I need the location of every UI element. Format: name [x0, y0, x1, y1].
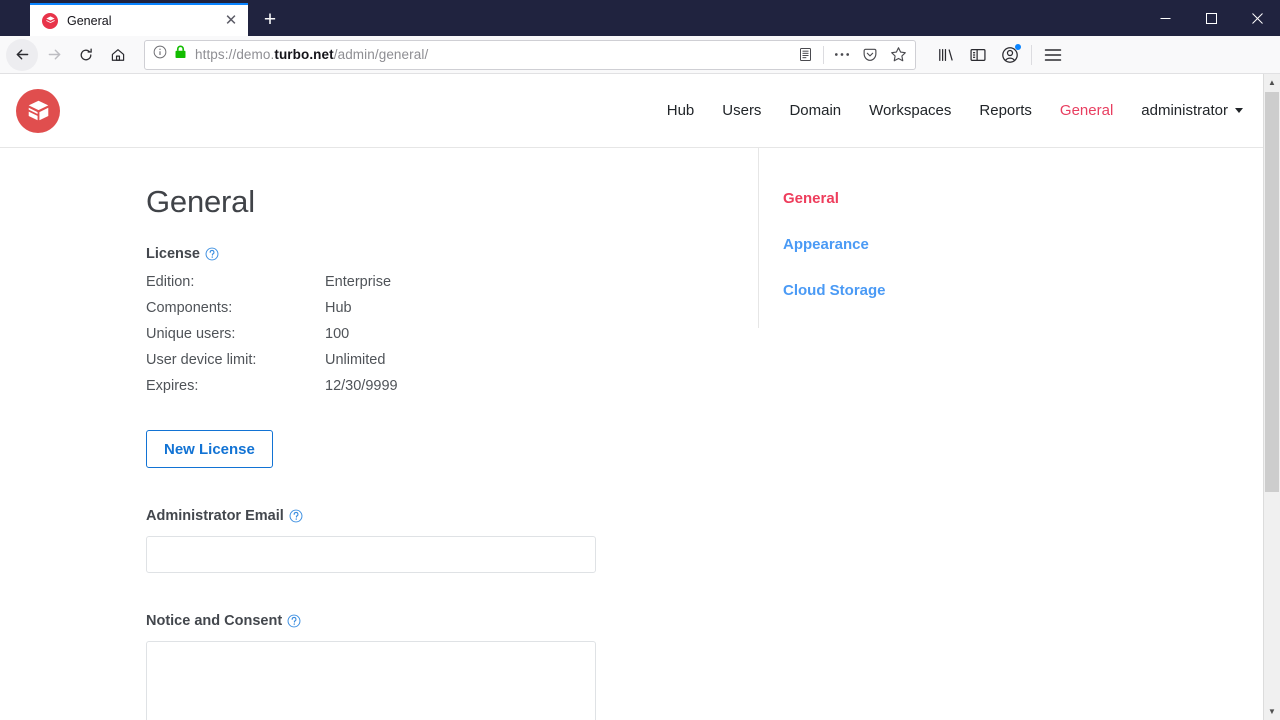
notice-and-consent-textarea[interactable]: [146, 641, 596, 720]
minimize-button[interactable]: [1142, 0, 1188, 36]
close-button[interactable]: [1234, 0, 1280, 36]
administrator-email-label-text: Administrator Email: [146, 508, 284, 524]
license-value-edition: Enterprise: [325, 274, 392, 290]
chevron-down-icon: [1235, 108, 1243, 113]
account-icon[interactable]: [994, 39, 1026, 71]
scroll-down-icon[interactable]: ▼: [1264, 703, 1280, 720]
sidebar-item-appearance[interactable]: Appearance: [759, 236, 1142, 253]
license-label-text: License: [146, 246, 200, 262]
license-details-table: Edition: Enterprise Components: Hub Uniq…: [146, 274, 398, 404]
page-actions-icon[interactable]: [829, 42, 855, 68]
administrator-email-label: Administrator Email: [146, 508, 758, 524]
table-row: Unique users: 100: [146, 326, 398, 352]
nav-item-hub[interactable]: Hub: [667, 102, 695, 119]
administrator-email-group: Administrator Email: [146, 508, 758, 573]
pocket-icon[interactable]: [857, 42, 883, 68]
site-identity[interactable]: [153, 45, 195, 64]
license-value-components: Hub: [325, 300, 352, 316]
nav-item-workspaces[interactable]: Workspaces: [869, 102, 951, 119]
app-menu-icon[interactable]: [1037, 39, 1069, 71]
sidebar-item-general[interactable]: General: [759, 190, 1142, 207]
info-icon[interactable]: [153, 45, 167, 64]
home-icon[interactable]: [102, 39, 134, 71]
tab-strip: General ✕ +: [0, 0, 286, 36]
address-bar-actions: [792, 42, 911, 68]
browser-toolbar: https://demo.turbo.net/admin/general/: [0, 36, 1280, 74]
table-row: Edition: Enterprise: [146, 274, 398, 300]
scrollbar-thumb[interactable]: [1265, 92, 1279, 492]
url-text[interactable]: https://demo.turbo.net/admin/general/: [195, 47, 792, 62]
page-title: General: [146, 184, 255, 219]
help-icon[interactable]: [205, 247, 219, 261]
page-scrollbar[interactable]: ▲ ▼: [1263, 74, 1280, 720]
administrator-email-input[interactable]: [146, 536, 596, 573]
address-bar[interactable]: https://demo.turbo.net/admin/general/: [144, 39, 916, 70]
library-icon[interactable]: [930, 39, 962, 71]
turbo-cube-logo-icon[interactable]: [16, 88, 60, 133]
forward-icon: [38, 39, 70, 71]
license-value-unique-users: 100: [325, 326, 350, 342]
table-row: User device limit: Unlimited: [146, 352, 398, 378]
notice-and-consent-group: Notice and Consent: [146, 613, 758, 720]
nav-item-users[interactable]: Users: [722, 102, 761, 119]
license-value-device-limit: Unlimited: [325, 352, 386, 368]
maximize-button[interactable]: [1188, 0, 1234, 36]
license-section-label: License: [146, 246, 758, 262]
browser-titlebar: General ✕ +: [0, 0, 1280, 36]
sidebar-item-cloud-storage[interactable]: Cloud Storage: [759, 282, 1142, 299]
table-row: Components: Hub: [146, 300, 398, 326]
license-key-device-limit: User device limit:: [146, 352, 257, 368]
bookmark-star-icon[interactable]: [885, 42, 911, 68]
new-license-button[interactable]: New License: [146, 430, 273, 468]
help-icon[interactable]: [287, 614, 301, 628]
sidebar-icon[interactable]: [962, 39, 994, 71]
lock-icon[interactable]: [174, 45, 187, 64]
main-column: General License Edition: Enterprise Comp…: [0, 148, 758, 720]
user-menu[interactable]: administrator: [1141, 102, 1243, 119]
settings-sidebar: General Appearance Cloud Storage: [758, 148, 1142, 328]
license-key-components: Components:: [146, 300, 233, 316]
site-navbar: Hub Users Domain Workspaces Reports Gene…: [0, 74, 1263, 148]
nav-item-reports[interactable]: Reports: [979, 102, 1032, 119]
browser-tab[interactable]: General ✕: [30, 3, 248, 36]
scroll-up-icon[interactable]: ▲: [1264, 74, 1280, 91]
notice-and-consent-label-text: Notice and Consent: [146, 613, 283, 629]
nav-item-domain[interactable]: Domain: [789, 102, 841, 119]
page-content: General License Edition: Enterprise Comp…: [0, 148, 1263, 720]
license-key-edition: Edition:: [146, 274, 195, 290]
reader-view-icon[interactable]: [792, 42, 818, 68]
nav-item-general[interactable]: General: [1060, 102, 1113, 119]
user-menu-label: administrator: [1141, 102, 1228, 119]
reload-icon[interactable]: [70, 39, 102, 71]
tab-close-icon[interactable]: ✕: [222, 12, 240, 30]
browser-window: General ✕ + https://demo.turbo.net/admin…: [0, 0, 1280, 720]
account-notification-dot: [1015, 43, 1021, 50]
license-key-expires: Expires:: [146, 378, 199, 394]
browser-toolbar-right: [922, 39, 1069, 71]
tab-favicon-icon: [42, 12, 58, 29]
toolbar-divider: [823, 45, 824, 64]
toolbar-divider: [1031, 44, 1032, 65]
window-controls: [1142, 0, 1280, 36]
new-tab-button[interactable]: +: [254, 3, 286, 35]
site-nav-links: Hub Users Domain Workspaces Reports Gene…: [667, 102, 1243, 119]
license-value-expires: 12/30/9999: [325, 378, 398, 394]
help-icon[interactable]: [289, 509, 303, 523]
table-row: Expires: 12/30/9999: [146, 378, 398, 404]
web-page: Hub Users Domain Workspaces Reports Gene…: [0, 74, 1263, 720]
tab-title: General: [67, 13, 112, 28]
notice-and-consent-label: Notice and Consent: [146, 613, 758, 629]
license-key-unique-users: Unique users:: [146, 326, 236, 342]
page-viewport: Hub Users Domain Workspaces Reports Gene…: [0, 74, 1280, 720]
back-icon[interactable]: [6, 38, 38, 71]
